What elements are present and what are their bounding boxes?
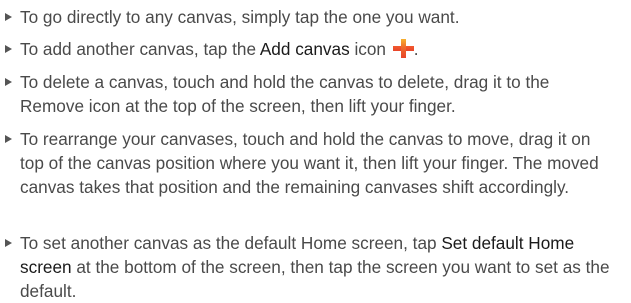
item-text-post: icon — [349, 39, 386, 59]
triangle-bullet-icon — [5, 239, 12, 247]
item-text-end: . — [413, 39, 419, 59]
add-canvas-icon — [392, 39, 414, 58]
item-text: To rearrange your canvases, touch and ho… — [20, 129, 599, 197]
item-text: To set another canvas as the default Hom… — [20, 231, 616, 303]
item-text: To add another canvas, tap the Add canva… — [20, 37, 616, 61]
item-text-post: at the bottom of the screen, then tap th… — [20, 257, 610, 301]
triangle-bullet-icon — [5, 45, 12, 53]
item-text: To go directly to any canvas, simply tap… — [20, 7, 460, 27]
instruction-list: To go directly to any canvas, simply tap… — [0, 0, 631, 303]
triangle-bullet-icon — [5, 13, 12, 21]
triangle-bullet-icon — [5, 135, 12, 143]
add-canvas-label: Add canvas — [259, 39, 350, 59]
item-text-pre: To add another canvas, tap the — [20, 39, 260, 59]
triangle-bullet-icon — [5, 78, 12, 86]
item-text: To delete a canvas, touch and hold the c… — [20, 72, 550, 116]
item-text-pre: To set another canvas as the default Hom… — [20, 233, 442, 253]
